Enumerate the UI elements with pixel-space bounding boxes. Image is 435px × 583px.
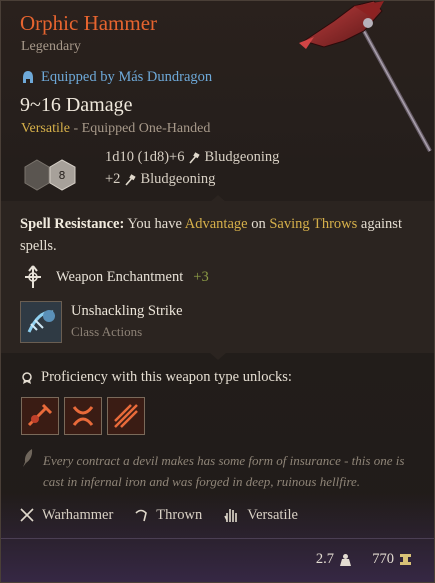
- damage-type: Bludgeoning: [140, 171, 216, 187]
- gold-value: 770: [372, 551, 394, 567]
- unshackling-strike-icon[interactable]: [20, 301, 62, 343]
- bludgeoning-icon: [189, 151, 201, 164]
- bludgeoning-icon: [125, 173, 137, 186]
- saving-throws-link[interactable]: Saving Throws: [269, 216, 357, 232]
- footer-divider: [1, 538, 434, 539]
- damage-line-2: +2 Bludgeoning: [105, 171, 215, 188]
- property-label: Warhammer: [42, 506, 114, 523]
- cleave-icon[interactable]: [21, 397, 59, 435]
- warhammer-illustration: [299, 1, 432, 152]
- item-value: 770: [372, 551, 412, 568]
- equipped-by-text: Equipped by Más Dundragon: [41, 69, 213, 85]
- damage-dice: 1d10 (1d8)+6: [105, 149, 185, 165]
- versatile-line: Versatile - Equipped One-Handed: [21, 121, 210, 137]
- dice-badge: 8: [59, 169, 66, 182]
- property-thrown[interactable]: Thrown: [133, 507, 202, 524]
- quill-icon: [23, 449, 33, 467]
- equipped-by: Equipped by Más Dundragon: [21, 69, 212, 86]
- enchantment-label: Weapon Enchantment: [56, 268, 184, 285]
- enchantment-icon: [25, 265, 41, 288]
- lacerate-icon[interactable]: [64, 397, 102, 435]
- gold-icon: [400, 554, 411, 565]
- property-warhammer[interactable]: Warhammer: [19, 507, 113, 524]
- rush-attack-icon[interactable]: [107, 397, 145, 435]
- spell-resistance-text: You have: [127, 216, 182, 232]
- damage-range: 9~16 Damage: [20, 94, 133, 116]
- weight-icon: [340, 553, 351, 566]
- helmet-icon: [23, 71, 33, 83]
- property-label: Versatile: [247, 506, 298, 523]
- unlock-list: [21, 397, 145, 435]
- versatile-label: Versatile: [21, 121, 70, 136]
- handed-label: - Equipped One-Handed: [73, 121, 211, 136]
- proficiency-icon: [22, 371, 32, 384]
- flavor-text: Every contract a devil makes has some fo…: [43, 453, 405, 489]
- property-label: Thrown: [156, 506, 203, 523]
- damage-bonus: +2: [105, 171, 121, 187]
- spell-resistance: Spell Resistance: You have Advantage on …: [20, 213, 416, 257]
- advantage-link[interactable]: Advantage: [185, 216, 248, 232]
- damage-line-1: 1d10 (1d8)+6 Bludgeoning: [105, 149, 279, 166]
- damage-type: Bludgeoning: [204, 149, 280, 165]
- action-subtitle: Class Actions: [71, 324, 143, 339]
- action-title: Unshackling Strike: [71, 303, 183, 319]
- item-rarity: Legendary: [21, 39, 81, 54]
- item-weight: 2.7: [316, 551, 352, 568]
- spell-resistance-text: on: [251, 216, 266, 232]
- enchantment-value: +3: [193, 268, 209, 285]
- item-tooltip: Orphic Hammer Legendary Equipped by Más …: [0, 0, 435, 583]
- warhammer-icon: [20, 508, 34, 522]
- section-notch: [210, 353, 226, 360]
- hand-icon: [224, 509, 238, 522]
- weapon-enchantment: Weapon Enchantment +3: [20, 264, 209, 290]
- weight-value: 2.7: [315, 551, 334, 567]
- property-versatile[interactable]: Versatile: [222, 506, 298, 524]
- item-name: Orphic Hammer: [20, 11, 158, 35]
- spell-resistance-label: Spell Resistance:: [20, 216, 125, 232]
- thrown-icon: [135, 509, 148, 522]
- weapon-properties: Warhammer Thrown Versatile: [19, 506, 318, 524]
- proficiency-text: Proficiency with this weapon type unlock…: [41, 369, 292, 385]
- proficiency-header: Proficiency with this weapon type unlock…: [20, 369, 292, 386]
- dice-icon: 8: [24, 159, 76, 191]
